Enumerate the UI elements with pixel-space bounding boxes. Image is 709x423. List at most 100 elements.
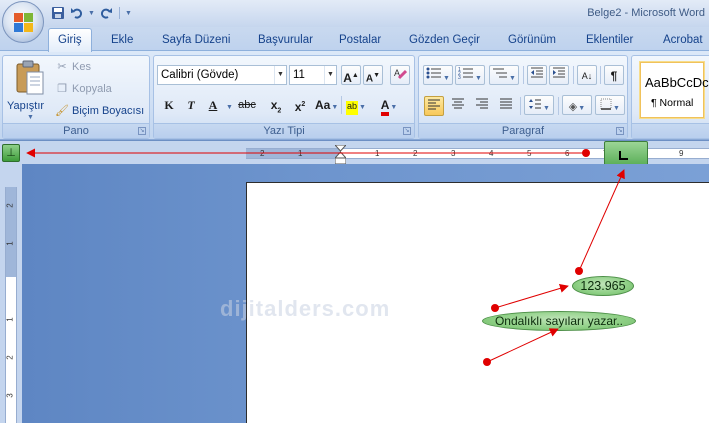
shrink-font-button[interactable]: A▼ xyxy=(363,65,383,85)
font-group: Calibri (Gövde) ▼ 11 ▼ A▲ A▼ A K T A ▼ a… xyxy=(153,55,415,139)
ruler-label: 1 xyxy=(298,149,303,158)
superscript-button[interactable]: x2 xyxy=(291,95,309,115)
font-color-button[interactable]: A▼ xyxy=(380,95,398,116)
tab-gorunum[interactable]: Görünüm xyxy=(508,32,556,50)
clipboard-group-label: Pano xyxy=(3,123,149,138)
vertical-ruler-margin xyxy=(6,187,16,277)
highlighter-icon: ab xyxy=(346,101,359,115)
tab-ekle[interactable]: Ekle xyxy=(111,32,133,50)
bold-button[interactable]: K xyxy=(160,95,178,115)
vertical-ruler[interactable]: 2 1 1 2 3 xyxy=(5,187,17,423)
font-color-icon: A xyxy=(380,99,390,116)
align-left-button[interactable] xyxy=(424,96,444,116)
tab-gozden-gecir[interactable]: Gözden Geçir xyxy=(409,32,480,50)
ruler-label: 1 xyxy=(375,149,380,158)
value-callout: 123.965 xyxy=(572,276,634,296)
chevron-down-icon: ▼ xyxy=(274,66,286,84)
window-title: Belge2 - Microsoft Word xyxy=(587,7,705,19)
undo-icon[interactable] xyxy=(69,5,85,21)
align-right-icon xyxy=(476,98,488,109)
line-spacing-button[interactable]: ▼ xyxy=(524,95,554,115)
bullets-button[interactable]: ▼ xyxy=(423,65,453,85)
numbering-icon: 123 xyxy=(458,67,474,81)
decimal-tab-icon: ⊥ xyxy=(6,147,16,159)
font-launcher-icon[interactable]: ↘ xyxy=(403,127,411,135)
ruler-label: 4 xyxy=(489,149,494,158)
align-right-button[interactable] xyxy=(472,96,492,116)
style-normal[interactable]: AaBbCcDc ¶ Normal xyxy=(639,61,709,119)
paintbrush-icon: 🖌 xyxy=(55,105,69,117)
clipboard-launcher-icon[interactable]: ↘ xyxy=(138,127,146,135)
paste-label: Yapıştır xyxy=(7,100,45,112)
sort-icon[interactable]: A↓ xyxy=(577,65,597,85)
separator xyxy=(573,66,574,84)
justify-icon xyxy=(500,98,512,109)
copy-button[interactable]: ❐ Kopyala xyxy=(55,80,112,98)
paragraph-launcher-icon[interactable]: ↘ xyxy=(616,127,624,135)
line-spacing-icon xyxy=(529,99,542,109)
format-painter-button[interactable]: 🖌 Biçim Boyacısı xyxy=(55,102,144,120)
format-painter-label: Biçim Boyacısı xyxy=(72,105,145,117)
font-size-select[interactable]: 11 ▼ xyxy=(289,65,337,85)
separator xyxy=(558,97,559,115)
tab-postalar[interactable]: Postalar xyxy=(339,32,381,50)
save-icon[interactable] xyxy=(50,5,66,21)
redo-icon[interactable] xyxy=(98,5,114,21)
ribbon-tabs: Giriş Ekle Sayfa Düzeni Başvurular Posta… xyxy=(0,27,709,52)
subscript-button[interactable]: x2 xyxy=(267,95,285,115)
chevron-down-icon: ▼ xyxy=(324,66,336,84)
tab-eklentiler[interactable]: Eklentiler xyxy=(586,32,633,50)
borders-icon xyxy=(600,98,612,110)
cut-button[interactable]: ✂ Kes xyxy=(55,58,91,76)
ruler-label: 9 xyxy=(679,149,684,158)
separator xyxy=(523,66,524,84)
numbering-button[interactable]: 1 2 3 ▼ xyxy=(455,65,485,85)
multilevel-list-button[interactable]: ▼ xyxy=(489,65,519,85)
underline-dropdown-icon[interactable]: ▼ xyxy=(220,95,238,115)
borders-button[interactable]: ▼ xyxy=(595,95,625,115)
tab-selector-button[interactable]: ⊥ xyxy=(2,144,20,162)
scissors-icon: ✂ xyxy=(57,61,67,73)
ruler-label: 2 xyxy=(260,149,265,158)
font-family-select[interactable]: Calibri (Gövde) ▼ xyxy=(157,65,287,85)
show-marks-icon[interactable]: ¶ xyxy=(604,65,624,85)
decrease-indent-icon[interactable] xyxy=(527,65,547,85)
italic-button[interactable]: T xyxy=(182,95,200,115)
strikethrough-button[interactable]: abc xyxy=(238,95,256,115)
ruler-label: 2 xyxy=(413,149,418,158)
paint-bucket-icon: ◈ xyxy=(568,101,578,113)
justify-button[interactable] xyxy=(496,96,516,116)
customize-qat-icon[interactable]: ▼ xyxy=(125,10,132,17)
style-name: ¶ Normal xyxy=(651,97,694,109)
grow-font-button[interactable]: A▲ xyxy=(341,65,361,85)
ruler-label: 6 xyxy=(565,149,570,158)
instruction-callout: Ondalıklı sayıları yazar.. xyxy=(482,311,636,331)
tab-acrobat[interactable]: Acrobat xyxy=(663,32,703,50)
title-bar: ▼ ▼ Belge2 - Microsoft Word xyxy=(0,0,709,27)
ruler-label: 3 xyxy=(451,149,456,158)
svg-text:3: 3 xyxy=(458,75,461,80)
align-center-button[interactable] xyxy=(448,96,468,116)
tab-sayfa-duzeni[interactable]: Sayfa Düzeni xyxy=(162,32,230,50)
shading-button[interactable]: ◈▼ xyxy=(562,95,592,115)
paragraph-group: ▼ 1 2 3 ▼ ▼ A↓ ¶ ▼ ◈▼ ▼ Paragraf ↘ xyxy=(418,55,628,139)
highlight-button[interactable]: ab ▼ xyxy=(346,95,366,115)
styles-group-label xyxy=(632,123,709,138)
undo-dropdown-icon[interactable]: ▼ xyxy=(88,10,95,17)
decimal-tab-stop-icon[interactable] xyxy=(619,151,628,160)
indent-markers[interactable] xyxy=(335,145,346,165)
change-case-button[interactable]: Aa▼ xyxy=(315,95,338,115)
ruler-label: 5 xyxy=(527,149,532,158)
copy-icon: ❐ xyxy=(57,83,67,95)
clear-formatting-icon[interactable]: A xyxy=(390,65,410,85)
qat-separator xyxy=(118,7,120,19)
tab-basvurular[interactable]: Başvurular xyxy=(258,32,313,50)
paste-dropdown-icon: ▼ xyxy=(27,114,34,121)
paste-icon xyxy=(16,60,44,95)
office-button[interactable] xyxy=(2,1,44,43)
tab-giris[interactable]: Giriş xyxy=(48,28,92,52)
font-size-value: 11 xyxy=(293,69,305,81)
separator xyxy=(520,97,521,115)
align-center-icon xyxy=(452,98,464,109)
increase-indent-icon[interactable] xyxy=(549,65,569,85)
